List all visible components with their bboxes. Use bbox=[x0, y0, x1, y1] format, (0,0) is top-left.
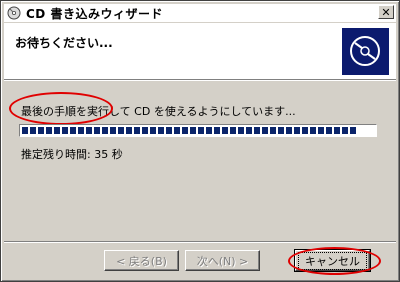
footer-divider bbox=[4, 241, 396, 243]
close-icon: ✕ bbox=[381, 5, 391, 19]
cd-writing-wizard-window: CD 書き込みウィザード ✕ お待ちください... 最後の手順を実行して CD … bbox=[0, 0, 400, 282]
window-title: CD 書き込みウィザード bbox=[26, 6, 163, 21]
next-button-label: 次へ(N) > bbox=[196, 254, 249, 268]
progress-bar bbox=[19, 124, 377, 137]
close-button[interactable]: ✕ bbox=[378, 5, 394, 19]
cd-burn-graphic bbox=[342, 28, 389, 75]
time-remaining: 推定残り時間: 35 秒 bbox=[21, 148, 123, 161]
page-title: お待ちください... bbox=[15, 36, 113, 50]
cancel-button[interactable]: キャンセル bbox=[294, 249, 371, 272]
title-bar[interactable]: CD 書き込みウィザード ✕ bbox=[4, 4, 396, 22]
wizard-header: お待ちください... bbox=[4, 23, 396, 80]
back-button[interactable]: < 戻る(B) bbox=[104, 250, 179, 271]
back-button-label: < 戻る(B) bbox=[116, 254, 167, 268]
status-message: 最後の手順を実行して CD を使えるようにしています... bbox=[21, 105, 296, 118]
progress-fill bbox=[22, 127, 356, 134]
cd-app-icon bbox=[7, 6, 21, 20]
cancel-button-label: キャンセル bbox=[298, 251, 367, 270]
header-divider bbox=[4, 80, 396, 81]
next-button[interactable]: 次へ(N) > bbox=[185, 250, 260, 271]
